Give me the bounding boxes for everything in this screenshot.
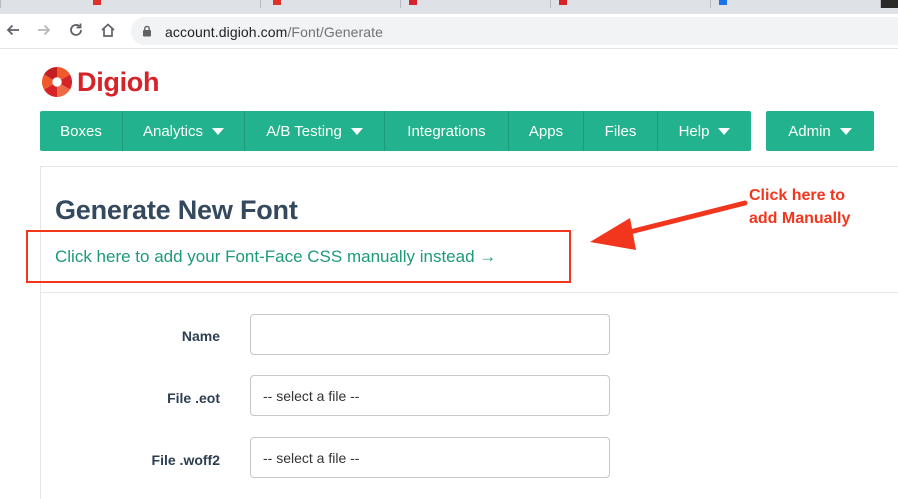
caret-down-icon (718, 128, 731, 135)
url-host: account.digioh.com (165, 24, 288, 40)
nav-item-label: Boxes (60, 122, 102, 140)
browser-tab[interactable] (880, 0, 898, 8)
nav-item-apps[interactable]: Apps (509, 111, 584, 151)
back-arrow-icon (6, 24, 19, 36)
screenshot-root: account.digioh.com/Font/Generate Digioh … (0, 0, 898, 499)
digioh-logo-icon (41, 67, 73, 97)
reload-icon (70, 23, 82, 36)
nav-item-label: Apps (528, 122, 564, 140)
nav-item-label: A/B Testing (266, 122, 342, 140)
nav-item-ab-testing[interactable]: A/B Testing (245, 111, 385, 151)
caret-down-icon (212, 128, 225, 135)
forward-button[interactable] (33, 19, 55, 41)
tab-favicon-icon (559, 0, 567, 5)
section-divider (41, 292, 898, 293)
browser-tab[interactable] (260, 0, 400, 8)
file-woff2-label: File .woff2 (151, 452, 220, 468)
nav-item-label: Admin (788, 122, 831, 140)
back-button[interactable] (2, 19, 24, 41)
nav-item-boxes[interactable]: Boxes (40, 111, 123, 151)
nav-item-files[interactable]: Files (584, 111, 658, 151)
name-label: Name (181, 328, 220, 344)
nav-item-analytics[interactable]: Analytics (123, 111, 245, 151)
tab-favicon-icon (719, 0, 727, 5)
browser-tab[interactable] (710, 0, 880, 8)
annotation-line-2: add Manually (749, 210, 851, 227)
annotation-line-1: Click here to (749, 187, 846, 204)
lock-icon (143, 25, 151, 37)
file-eot-label: File .eot (167, 390, 220, 406)
nav-item-label: Analytics (142, 122, 204, 140)
nav-item-label: Integrations (407, 122, 486, 140)
tab-favicon-icon (273, 0, 281, 5)
browser-tab[interactable] (550, 0, 710, 8)
main-navigation: Boxes Analytics A/B Testing Integrations… (40, 111, 751, 151)
nav-item-label: Files (604, 122, 637, 140)
annotation-highlight-box (26, 230, 571, 283)
forward-arrow-icon (38, 24, 51, 36)
annotation-arrow-icon (590, 200, 748, 250)
digioh-logo[interactable]: Digioh (40, 64, 159, 100)
reload-button[interactable] (65, 19, 87, 41)
annotation-callout: Click here to add Manually (749, 184, 850, 230)
home-button[interactable] (97, 19, 119, 41)
nav-item-label: Help (678, 122, 710, 140)
logo-wordmark: Digioh (77, 66, 160, 97)
caret-down-icon (350, 128, 363, 135)
tab-favicon-icon (93, 0, 101, 5)
browser-tab[interactable] (0, 0, 260, 8)
caret-down-icon (839, 128, 852, 135)
browser-tab[interactable] (400, 0, 550, 8)
browser-toolbar: account.digioh.com/Font/Generate (0, 14, 898, 49)
name-input[interactable] (250, 314, 610, 355)
nav-item-integrations[interactable]: Integrations (385, 111, 509, 151)
url-path: /Font/Generate (287, 24, 384, 40)
nav-item-admin[interactable]: Admin (766, 111, 874, 151)
page-title: Generate New Font (55, 195, 298, 225)
nav-item-help[interactable]: Help (658, 111, 751, 151)
address-bar[interactable]: account.digioh.com/Font/Generate (131, 17, 898, 45)
browser-tab-strip (0, 0, 898, 14)
tab-favicon-icon (409, 0, 417, 5)
home-icon (101, 23, 115, 37)
file-woff2-select[interactable]: -- select a file -- (250, 437, 610, 478)
file-eot-select[interactable]: -- select a file -- (250, 375, 610, 416)
url-text: account.digioh.com/Font/Generate (165, 24, 383, 40)
